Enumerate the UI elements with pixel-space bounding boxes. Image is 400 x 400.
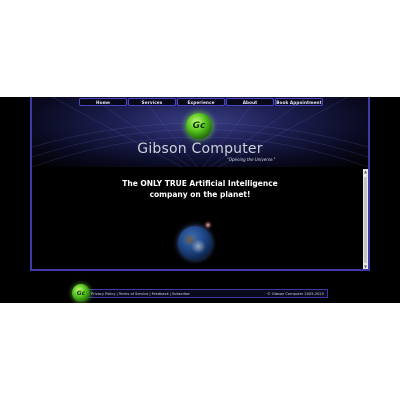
scroll-down-icon[interactable]: ▼ [363, 264, 368, 269]
footer-logo-icon[interactable]: Gc [72, 284, 90, 302]
logo-icon[interactable]: Gc [186, 113, 212, 139]
footer-bar: Privacy Policy | Terms of Service | Feed… [74, 289, 328, 298]
nav-book-appointment[interactable]: Book Appointment [275, 98, 323, 106]
page-stage: Home Services Experience About Book Appo… [0, 97, 400, 303]
footer-links: Privacy Policy | Terms of Service | Feed… [91, 292, 190, 296]
main-frame: Home Services Experience About Book Appo… [30, 97, 370, 271]
tagline: "Opening the Universe." [227, 157, 276, 162]
nav-experience[interactable]: Experience [177, 98, 225, 106]
scroll-thumb[interactable] [364, 177, 367, 263]
footer-separator: | [116, 291, 118, 296]
headline-line-1: The ONLY TRUE Artificial Intelligence [122, 179, 278, 188]
nav-about[interactable]: About [226, 98, 274, 106]
scroll-up-icon[interactable]: ▲ [363, 169, 368, 174]
content-area: The ONLY TRUE Artificial Intelligence co… [32, 169, 368, 269]
copyright-text: © Gibson Computer 2005-2025 [267, 291, 324, 296]
nav-home[interactable]: Home [79, 98, 127, 106]
content-scrollbar[interactable]: ▲ ▼ [363, 169, 368, 269]
brand-name: Gibson Computer [137, 141, 263, 157]
star-glow-decoration [204, 221, 212, 229]
headline-line-2: company on the planet! [149, 190, 251, 199]
footer-separator: | [149, 291, 151, 296]
footer-link-privacy[interactable]: Privacy Policy [91, 292, 116, 296]
footer-separator: | [169, 291, 171, 296]
headline: The ONLY TRUE Artificial Intelligence co… [32, 178, 368, 200]
main-nav: Home Services Experience About Book Appo… [79, 98, 323, 106]
footer-link-terms[interactable]: Terms of Service [119, 292, 149, 296]
earth-icon [178, 226, 212, 260]
nav-services[interactable]: Services [128, 98, 176, 106]
footer-link-subscribe[interactable]: Subscribe [172, 292, 190, 296]
footer-link-feedback[interactable]: Feedback [152, 292, 169, 296]
